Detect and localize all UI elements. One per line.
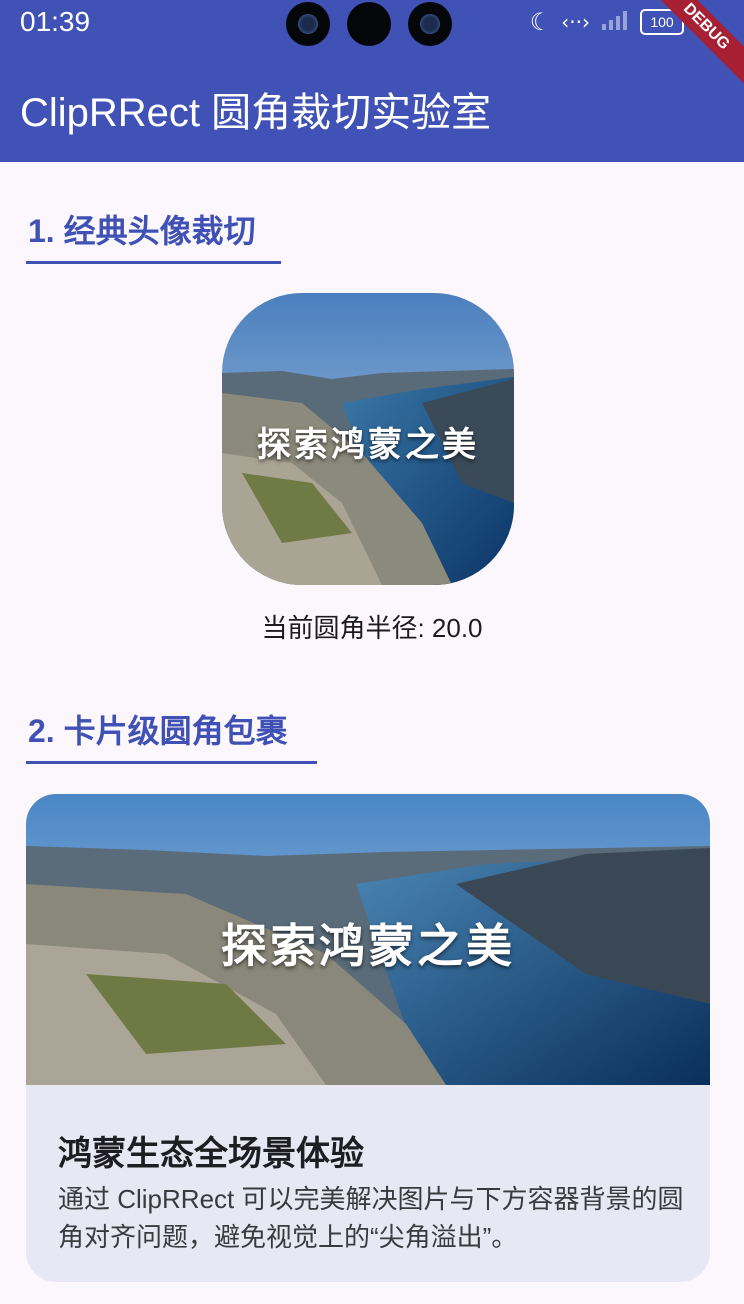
info-card: 探索鸿蒙之美 鸿蒙生态全场景体验 通过 ClipRRect 可以完美解决图片与下… [26, 794, 710, 1282]
card-image-caption: 探索鸿蒙之美 [221, 920, 515, 972]
camera-icon [347, 2, 391, 46]
status-icons: ☾ ‹··› 100 [530, 8, 684, 36]
signal-icon [600, 8, 630, 36]
card-image: 探索鸿蒙之美 [26, 794, 710, 1085]
data-transfer-icon: ‹··› [561, 10, 590, 34]
card-title: 鸿蒙生态全场景体验 [58, 1135, 364, 1173]
avatar-caption: 探索鸿蒙之美 [257, 426, 479, 464]
camera-icon [286, 2, 330, 46]
status-bar: 01:39 ☾ ‹··› 100 [0, 0, 744, 48]
section-1-underline [26, 261, 281, 264]
status-time: 01:39 [20, 6, 91, 37]
camera-icon [408, 2, 452, 46]
app-bar: 01:39 ☾ ‹··› 100 ClipRRect 圆角裁切实验室 [0, 0, 744, 162]
section-1-title: 1. 经典头像裁切 [28, 213, 256, 249]
section-2-title: 2. 卡片级圆角包裹 [28, 713, 288, 749]
avatar-image: 探索鸿蒙之美 [222, 293, 514, 585]
page-title: ClipRRect 圆角裁切实验室 [20, 91, 492, 135]
radius-label: 当前圆角半径: 20.0 [261, 613, 483, 643]
moon-icon: ☾ [529, 8, 552, 36]
card-description: 通过 ClipRRect 可以完美解决图片与下方容器背景的圆角对齐问题，避免视觉… [58, 1184, 684, 1252]
section-2-underline [26, 761, 317, 764]
